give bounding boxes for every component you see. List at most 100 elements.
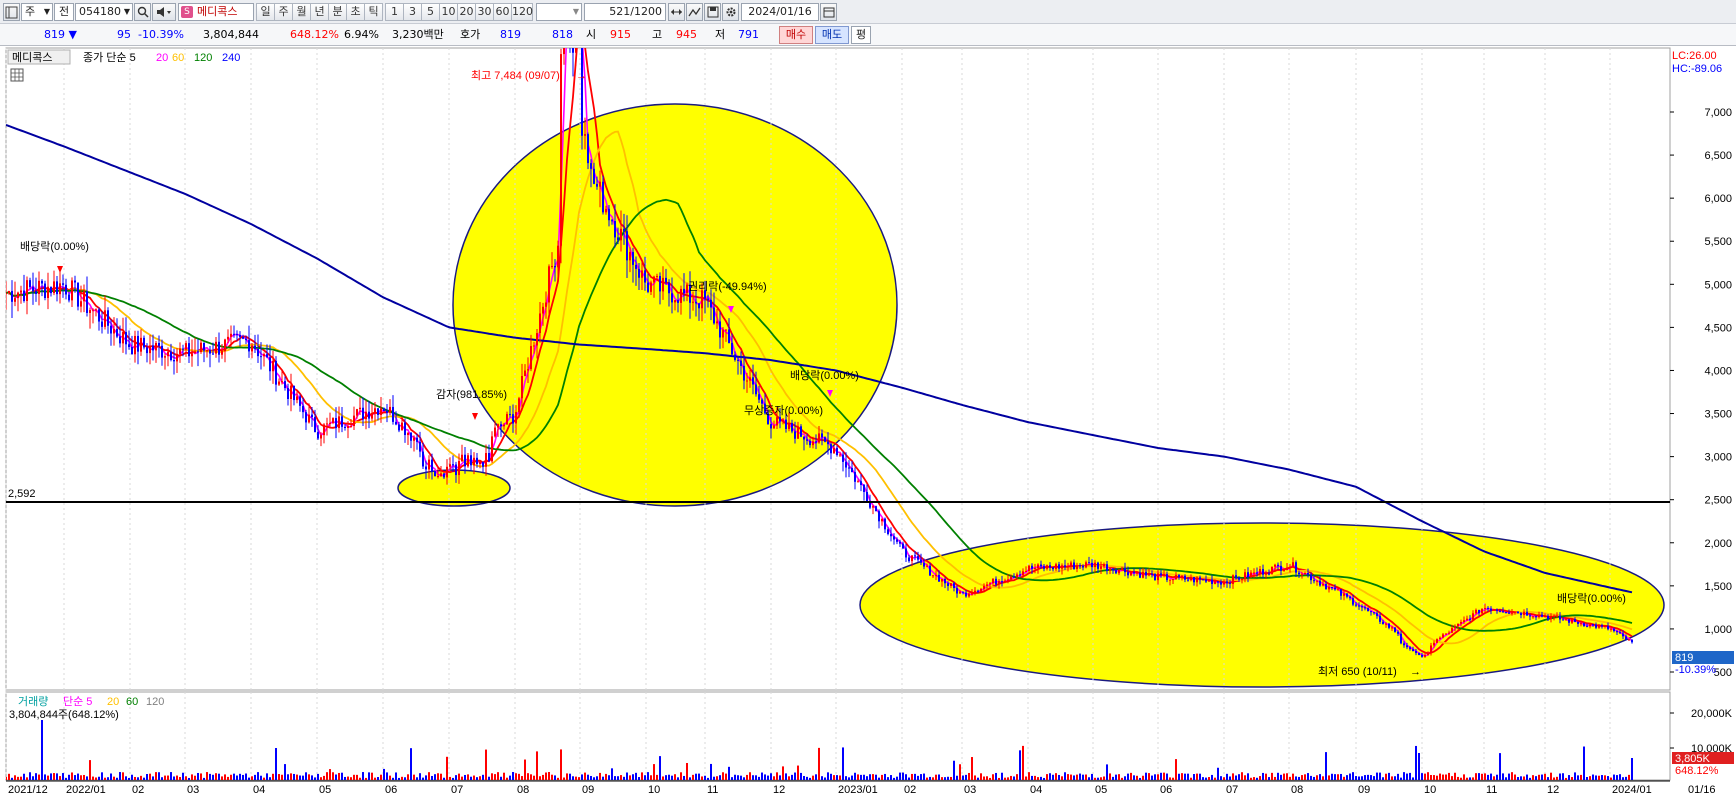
- candle-body: [917, 556, 919, 560]
- settings-button[interactable]: [722, 3, 739, 21]
- sound-button[interactable]: [152, 3, 176, 21]
- candle-body: [32, 287, 34, 292]
- time-tick-label: 05: [1095, 784, 1107, 796]
- price-value: 819: [44, 28, 65, 41]
- candle-body: [203, 342, 205, 351]
- current-price-pct: -10.39%: [1675, 664, 1716, 676]
- price-tick-label: 7,000: [1704, 107, 1732, 119]
- stock-name-field[interactable]: S 메디콕스: [178, 3, 254, 21]
- expand-button[interactable]: [668, 3, 685, 21]
- volume-bar: [1163, 772, 1165, 780]
- candle-body: [926, 565, 928, 567]
- volume-bar: [329, 769, 331, 780]
- volume-bar: [1610, 777, 1612, 780]
- candle-body: [989, 583, 991, 585]
- chart-menu-button[interactable]: [3, 3, 20, 21]
- period-tab-4[interactable]: 분: [328, 3, 347, 21]
- candle-body: [65, 284, 67, 295]
- number-tab-2[interactable]: 5: [421, 3, 440, 21]
- period-tab-5[interactable]: 초: [346, 3, 365, 21]
- highlight-ellipse-2[interactable]: [859, 522, 1665, 688]
- candle-body: [1496, 609, 1498, 611]
- candle-body: [1433, 642, 1435, 646]
- volume-bar: [965, 774, 967, 780]
- date-input[interactable]: 2024/01/16: [741, 3, 819, 21]
- period-tab-0[interactable]: 일: [256, 3, 275, 21]
- stock-chart[interactable]: 2,592 7,000 6,500 6,000 5,500 5,000 4,500 4,00…: [0, 46, 1736, 797]
- volume-bar: [104, 777, 106, 780]
- save-button[interactable]: [704, 3, 721, 21]
- volume-bar: [245, 773, 247, 780]
- number-tab-4[interactable]: 20: [457, 3, 476, 21]
- volume-bar: [1421, 773, 1423, 780]
- candle-body: [1583, 623, 1585, 627]
- volume-legend-type: 단순 5: [63, 695, 92, 708]
- period-tab-1[interactable]: 주: [274, 3, 293, 21]
- candle-body: [602, 181, 604, 213]
- candle-body: [194, 351, 196, 354]
- period-tab-2[interactable]: 월: [292, 3, 311, 21]
- volume-bar: [1550, 772, 1552, 780]
- low-annotation: 최저 650 (10/11): [1318, 665, 1397, 678]
- volume-bar: [380, 774, 382, 780]
- candle-body: [458, 461, 460, 476]
- volume-panel[interactable]: [5, 691, 1671, 781]
- number-tab-5[interactable]: 30: [475, 3, 494, 21]
- data-count-field[interactable]: 521/1200: [584, 3, 666, 21]
- volume-bar: [1316, 775, 1318, 780]
- volume-bar: [1331, 773, 1333, 780]
- number-tab-7[interactable]: 120: [511, 3, 533, 21]
- volume-bar: [902, 772, 904, 780]
- number-tab-3[interactable]: 10: [439, 3, 458, 21]
- custom-period-select[interactable]: ▼: [536, 3, 582, 21]
- volume-bar: [1061, 776, 1063, 780]
- volume-bar: [1427, 772, 1429, 780]
- candle-body: [161, 345, 163, 358]
- candle-body: [1244, 572, 1246, 579]
- candle-body: [134, 335, 136, 355]
- average-button[interactable]: 평: [851, 26, 871, 44]
- volume-bar: [1469, 777, 1471, 780]
- volume-bar: [1196, 773, 1198, 780]
- volume-bar: [233, 773, 235, 780]
- candle-body: [1352, 598, 1354, 605]
- grid-toggle-icon[interactable]: [10, 68, 24, 82]
- volume-bar: [254, 774, 256, 780]
- candle-body: [1589, 624, 1591, 627]
- type-select[interactable]: 전: [54, 3, 74, 21]
- number-tab-6[interactable]: 60: [493, 3, 512, 21]
- candle-body: [308, 414, 310, 423]
- period-tab-3[interactable]: 년: [310, 3, 329, 21]
- volume-bar: [1337, 774, 1339, 780]
- stock-code-input[interactable]: 054180 ▼: [75, 3, 133, 21]
- buy-button[interactable]: 매수: [779, 26, 813, 44]
- time-tick-label: 01/16: [1688, 784, 1716, 796]
- hc-value: HC:-89.06: [1672, 63, 1722, 75]
- gear-icon: [726, 7, 735, 17]
- price-tick-label: 2,000: [1704, 538, 1732, 550]
- candle-body: [923, 562, 925, 567]
- sell-button[interactable]: 매도: [815, 26, 849, 44]
- candle-body: [797, 426, 799, 439]
- number-tab-0[interactable]: 1: [385, 3, 404, 21]
- candle-body: [755, 384, 757, 395]
- period-tab-6[interactable]: 틱: [364, 3, 383, 21]
- market-select[interactable]: 주 ▼: [21, 3, 53, 21]
- volume-bar: [584, 772, 586, 780]
- candle-body: [1568, 619, 1570, 623]
- candle-body: [1628, 639, 1630, 641]
- number-tab-1[interactable]: 3: [403, 3, 422, 21]
- calendar-button[interactable]: [820, 3, 837, 21]
- chart-area[interactable]: 2,592 7,000 6,500 6,000 5,500 5,000 4,500 4,00…: [0, 46, 1736, 797]
- candle-body: [1316, 580, 1318, 582]
- volume-bar: [1265, 773, 1267, 780]
- volume-bar: [197, 772, 199, 780]
- highlight-ellipse-3[interactable]: [397, 469, 511, 507]
- candle-body: [1511, 612, 1513, 614]
- candle-body: [1193, 577, 1195, 583]
- line-tool-button[interactable]: [686, 3, 703, 21]
- candle-body: [1106, 564, 1108, 571]
- volume-bar: [1364, 775, 1366, 780]
- search-button[interactable]: [134, 3, 151, 21]
- candle-body: [692, 301, 694, 303]
